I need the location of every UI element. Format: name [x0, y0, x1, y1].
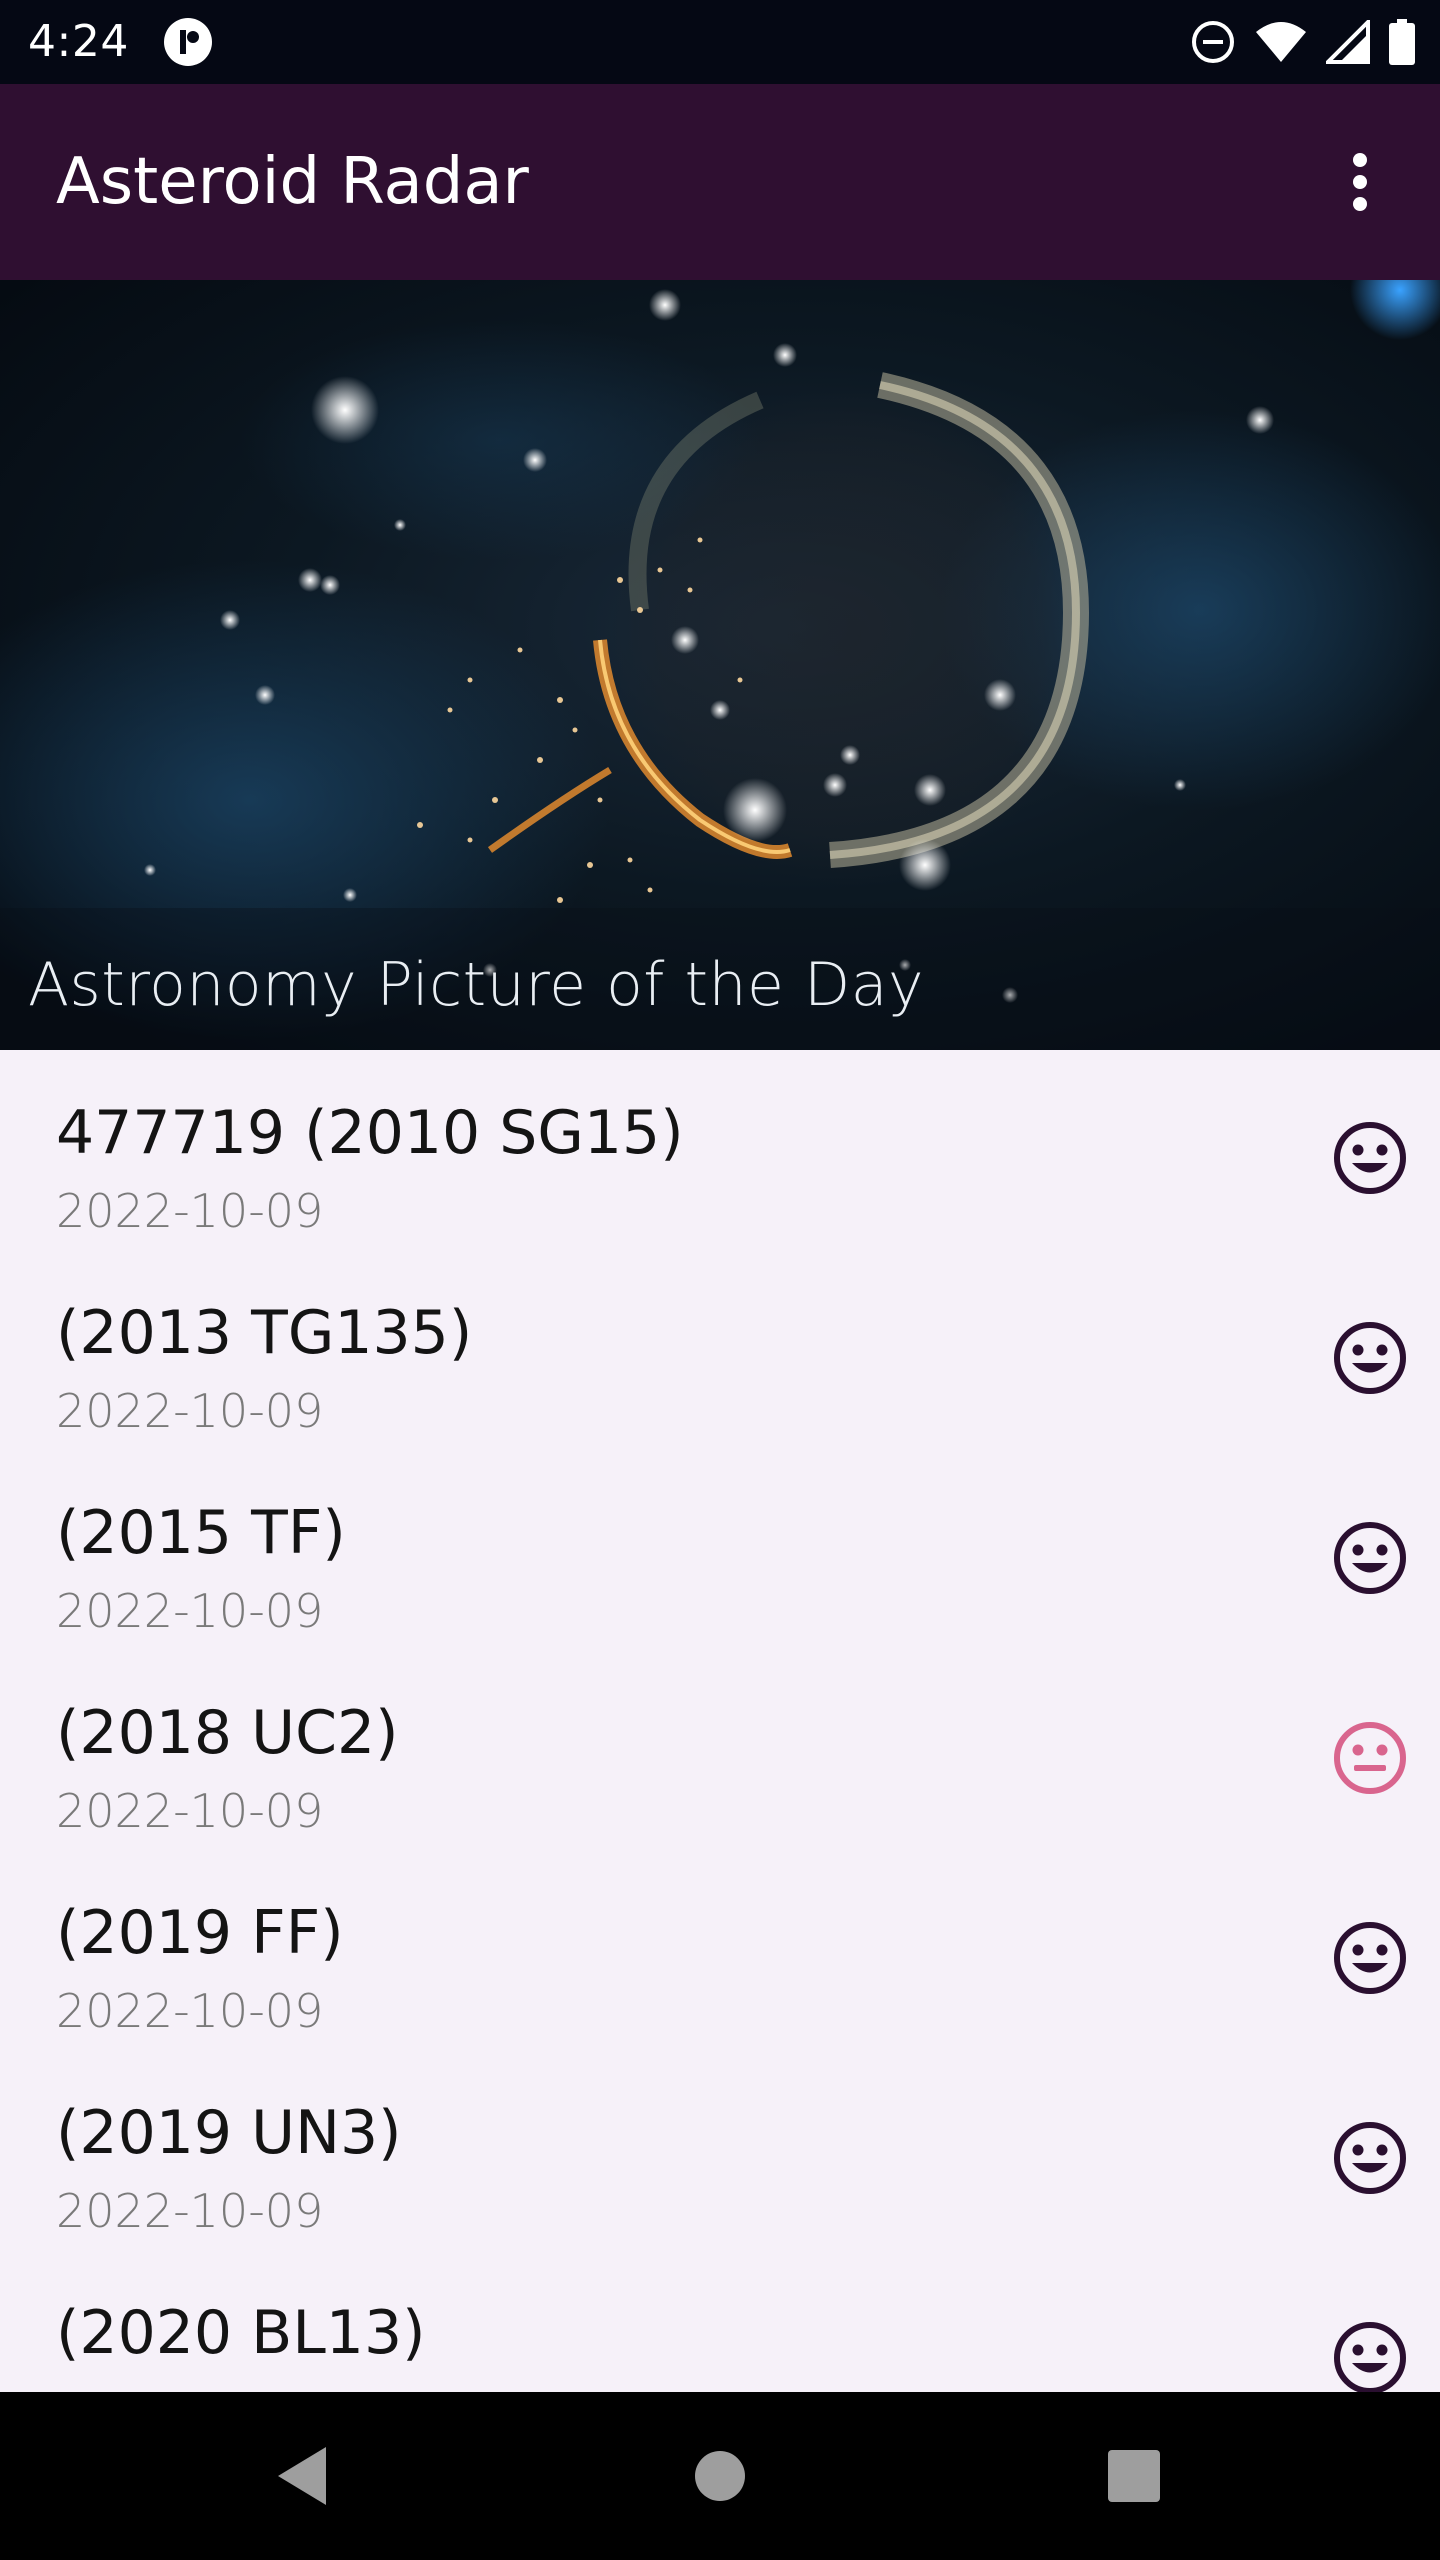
recents-icon	[1108, 2450, 1160, 2502]
asteroid-date: 2022-10-09	[56, 1984, 324, 2038]
list-item[interactable]: (2019 UN3) 2022-10-09	[0, 2050, 1440, 2250]
battery-icon	[1389, 19, 1415, 65]
asteroid-name: (2019 UN3)	[56, 2098, 402, 2168]
caption-bar: Astronomy Picture of the Day	[0, 908, 1440, 1050]
asteroid-name: (2013 TG135)	[56, 1298, 473, 1368]
asteroid-name: (2015 TF)	[56, 1498, 346, 1568]
back-button[interactable]	[262, 2436, 342, 2516]
list-item[interactable]: 477719 (2010 SG15) 2022-10-09	[0, 1050, 1440, 1250]
picture-of-the-day[interactable]: Astronomy Picture of the Day	[0, 280, 1440, 1050]
recents-button[interactable]	[1094, 2436, 1174, 2516]
list-item[interactable]: (2020 BL13)	[0, 2250, 1440, 2392]
app-notification-icon	[164, 18, 212, 66]
asteroid-name: (2018 UC2)	[56, 1698, 399, 1768]
back-icon	[278, 2447, 326, 2505]
list-item[interactable]: (2018 UC2) 2022-10-09	[0, 1650, 1440, 1850]
asteroid-list[interactable]: 477719 (2010 SG15) 2022-10-09 (2013 TG13…	[0, 1050, 1440, 2392]
asteroid-date: 2022-10-09	[56, 1184, 324, 1238]
overflow-menu-button[interactable]	[1320, 142, 1400, 222]
happy-face-icon	[1334, 1522, 1406, 1594]
home-icon	[695, 2451, 745, 2501]
status-bar: 4:24	[0, 0, 1440, 84]
asteroid-name: (2019 FF)	[56, 1898, 344, 1968]
happy-face-icon	[1334, 1322, 1406, 1394]
more-vert-icon	[1353, 153, 1367, 211]
asteroid-date: 2022-10-09	[56, 1784, 324, 1838]
navigation-bar	[0, 2392, 1440, 2560]
neutral-face-icon	[1334, 1722, 1406, 1794]
happy-face-icon	[1334, 1122, 1406, 1194]
asteroid-date: 2022-10-09	[56, 1584, 324, 1638]
asteroid-date: 2022-10-09	[56, 1384, 324, 1438]
list-item[interactable]: (2015 TF) 2022-10-09	[0, 1450, 1440, 1650]
happy-face-icon	[1334, 2322, 1406, 2392]
home-button[interactable]	[680, 2436, 760, 2516]
happy-face-icon	[1334, 1922, 1406, 1994]
asteroid-name: (2020 BL13)	[56, 2298, 426, 2368]
asteroid-date: 2022-10-09	[56, 2184, 324, 2238]
list-item[interactable]: (2019 FF) 2022-10-09	[0, 1850, 1440, 2050]
app-title: Asteroid Radar	[56, 145, 529, 219]
status-time: 4:24	[28, 16, 129, 67]
status-icons	[1190, 16, 1416, 68]
wifi-icon	[1256, 22, 1306, 62]
picture-caption: Astronomy Picture of the Day	[28, 950, 924, 1020]
asteroid-name: 477719 (2010 SG15)	[56, 1098, 684, 1168]
app-bar: Asteroid Radar	[0, 84, 1440, 280]
list-item[interactable]: (2013 TG135) 2022-10-09	[0, 1250, 1440, 1450]
signal-icon	[1326, 20, 1370, 64]
happy-face-icon	[1334, 2122, 1406, 2194]
do-not-disturb-icon	[1192, 21, 1234, 63]
